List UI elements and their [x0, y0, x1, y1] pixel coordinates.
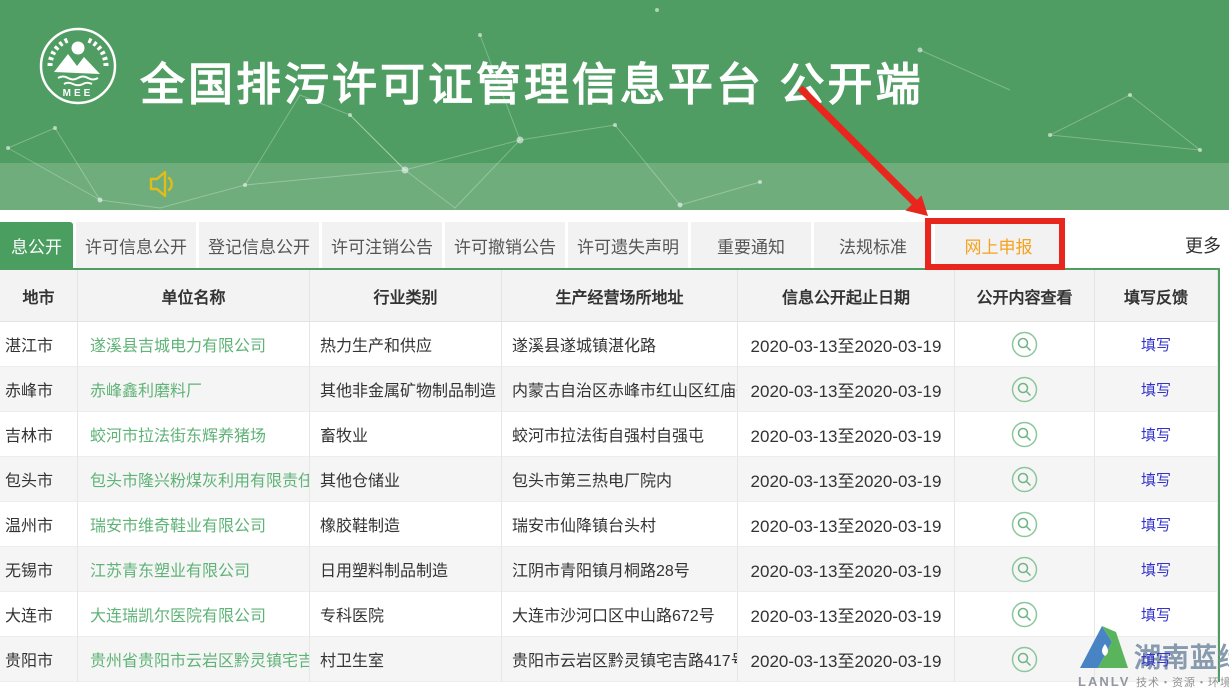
cell-period: 2020-03-13至2020-03-19	[738, 412, 955, 457]
lanlv-tagline: 技术・资源・环境	[1136, 674, 1229, 690]
tab-permit-revocation[interactable]: 许可撤销公告	[445, 222, 565, 268]
company-link[interactable]: 瑞安市维奇鞋业有限公司	[78, 502, 310, 547]
cell-city: 大连市	[0, 592, 78, 637]
col-header-period: 信息公开起止日期	[738, 270, 955, 322]
company-link[interactable]: 包头市隆兴粉煤灰利用有限责任公...	[78, 457, 310, 502]
cell-industry: 日用塑料制品制造	[310, 547, 502, 592]
cell-city: 赤峰市	[0, 367, 78, 412]
col-header-industry: 行业类别	[310, 270, 502, 322]
feedback-link[interactable]: 填写	[1141, 379, 1171, 400]
cell-period: 2020-03-13至2020-03-19	[738, 502, 955, 547]
cell-period: 2020-03-13至2020-03-19	[738, 547, 955, 592]
cell-period: 2020-03-13至2020-03-19	[738, 457, 955, 502]
table-header-row: 地市 单位名称 行业类别 生产经营场所地址 信息公开起止日期 公开内容查看 填写…	[0, 270, 1218, 322]
cell-industry: 村卫生室	[310, 637, 502, 682]
magnifier-icon[interactable]	[1011, 601, 1038, 628]
table-row: 赤峰市 赤峰鑫利磨料厂 其他非金属矿物制品制造 内蒙古自治区赤峰市红山区红庙子.…	[0, 367, 1218, 412]
table-row: 温州市 瑞安市维奇鞋业有限公司 橡胶鞋制造 瑞安市仙降镇台头村 2020-03-…	[0, 502, 1218, 547]
cell-address: 大连市沙河口区中山路672号	[502, 592, 738, 637]
cell-period: 2020-03-13至2020-03-19	[738, 637, 955, 682]
cell-address: 遂溪县遂城镇湛化路	[502, 322, 738, 367]
disclosure-table: 地市 单位名称 行业类别 生产经营场所地址 信息公开起止日期 公开内容查看 填写…	[0, 268, 1220, 682]
tab-info-disclosure[interactable]: 息公开	[0, 222, 73, 268]
cell-period: 2020-03-13至2020-03-19	[738, 322, 955, 367]
magnifier-icon[interactable]	[1011, 511, 1038, 538]
col-header-company: 单位名称	[78, 270, 310, 322]
cell-industry: 其他非金属矿物制品制造	[310, 367, 502, 412]
table-row: 无锡市 江苏青东塑业有限公司 日用塑料制品制造 江阴市青阳镇月桐路28号 202…	[0, 547, 1218, 592]
tab-permit-loss-statement[interactable]: 许可遗失声明	[568, 222, 688, 268]
tab-permit-info-disclosure[interactable]: 许可信息公开	[76, 222, 196, 268]
svg-text:MEE: MEE	[63, 88, 94, 99]
cell-industry: 其他仓储业	[310, 457, 502, 502]
cell-industry: 热力生产和供应	[310, 322, 502, 367]
feedback-link[interactable]: 填写	[1141, 649, 1171, 670]
magnifier-icon[interactable]	[1011, 331, 1038, 358]
feedback-link[interactable]: 填写	[1141, 469, 1171, 490]
table-row: 吉林市 蛟河市拉法街东辉养猪场 畜牧业 蛟河市拉法街自强村自强屯 2020-03…	[0, 412, 1218, 457]
company-link[interactable]: 蛟河市拉法街东辉养猪场	[78, 412, 310, 457]
table-row: 贵阳市 贵州省贵阳市云岩区黔灵镇宅吉村... 村卫生室 贵阳市云岩区黔灵镇宅吉路…	[0, 637, 1218, 682]
header-sub-band	[0, 163, 1229, 210]
table-row: 包头市 包头市隆兴粉煤灰利用有限责任公... 其他仓储业 包头市第三热电厂院内 …	[0, 457, 1218, 502]
cell-industry: 专科医院	[310, 592, 502, 637]
lanlv-logo-icon	[1076, 618, 1132, 674]
cell-city: 贵阳市	[0, 637, 78, 682]
col-header-view: 公开内容查看	[955, 270, 1095, 322]
magnifier-icon[interactable]	[1011, 466, 1038, 493]
magnifier-icon[interactable]	[1011, 376, 1038, 403]
cell-period: 2020-03-13至2020-03-19	[738, 592, 955, 637]
company-link[interactable]: 江苏青东塑业有限公司	[78, 547, 310, 592]
mee-ministry-logo-icon: MEE	[38, 26, 118, 106]
feedback-link[interactable]: 填写	[1141, 514, 1171, 535]
feedback-link[interactable]: 填写	[1141, 604, 1171, 625]
lanlv-brand-text: LANLV	[1078, 674, 1130, 689]
tab-online-declaration[interactable]: 网上申报	[935, 222, 1062, 268]
cell-city: 温州市	[0, 502, 78, 547]
feedback-link[interactable]: 填写	[1141, 559, 1171, 580]
cell-address: 贵阳市云岩区黔灵镇宅吉路417号...	[502, 637, 738, 682]
company-link[interactable]: 大连瑞凯尔医院有限公司	[78, 592, 310, 637]
feedback-link[interactable]: 填写	[1141, 424, 1171, 445]
magnifier-icon[interactable]	[1011, 556, 1038, 583]
cell-industry: 橡胶鞋制造	[310, 502, 502, 547]
cell-city: 湛江市	[0, 322, 78, 367]
cell-address: 江阴市青阳镇月桐路28号	[502, 547, 738, 592]
feedback-link[interactable]: 填写	[1141, 334, 1171, 355]
company-link[interactable]: 贵州省贵阳市云岩区黔灵镇宅吉村...	[78, 637, 310, 682]
col-header-address: 生产经营场所地址	[502, 270, 738, 322]
tab-permit-cancellation[interactable]: 许可注销公告	[322, 222, 442, 268]
table-row: 湛江市 遂溪县吉城电力有限公司 热力生产和供应 遂溪县遂城镇湛化路 2020-0…	[0, 322, 1218, 367]
cell-city: 包头市	[0, 457, 78, 502]
cell-address: 瑞安市仙降镇台头村	[502, 502, 738, 547]
cell-city: 吉林市	[0, 412, 78, 457]
tab-registration-disclosure[interactable]: 登记信息公开	[199, 222, 319, 268]
cell-address: 蛟河市拉法街自强村自强屯	[502, 412, 738, 457]
main-navigation: 息公开 许可信息公开 登记信息公开 许可注销公告 许可撤销公告 许可遗失声明 重…	[0, 222, 1229, 268]
cell-period: 2020-03-13至2020-03-19	[738, 367, 955, 412]
company-link[interactable]: 赤峰鑫利磨料厂	[78, 367, 310, 412]
company-link[interactable]: 遂溪县吉城电力有限公司	[78, 322, 310, 367]
tab-laws-standards[interactable]: 法规标准	[814, 222, 932, 268]
announcement-speaker-icon[interactable]	[148, 169, 180, 199]
more-link[interactable]: 更多	[1185, 232, 1229, 258]
table-row: 大连市 大连瑞凯尔医院有限公司 专科医院 大连市沙河口区中山路672号 2020…	[0, 592, 1218, 637]
page-title: 全国排污许可证管理信息平台 公开端	[140, 48, 1140, 113]
cell-city: 无锡市	[0, 547, 78, 592]
cell-industry: 畜牧业	[310, 412, 502, 457]
cell-address: 内蒙古自治区赤峰市红山区红庙子...	[502, 367, 738, 412]
tab-important-notice[interactable]: 重要通知	[691, 222, 811, 268]
magnifier-icon[interactable]	[1011, 646, 1038, 673]
col-header-city: 地市	[0, 270, 78, 322]
magnifier-icon[interactable]	[1011, 421, 1038, 448]
col-header-feedback: 填写反馈	[1095, 270, 1218, 322]
cell-address: 包头市第三热电厂院内	[502, 457, 738, 502]
